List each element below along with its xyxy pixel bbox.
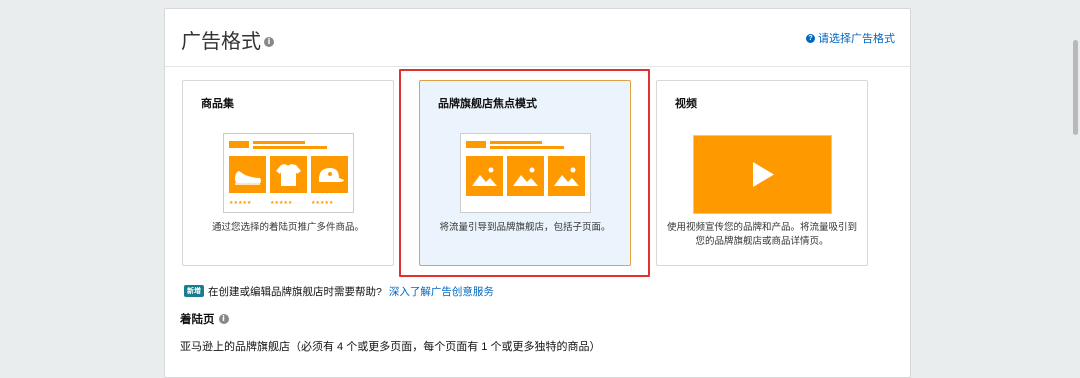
help-row: 新增 在创建或编辑品牌旗舰店时需要帮助? 深入了解广告创意服务 [184, 284, 494, 299]
format-card-product-collection[interactable]: 商品集 ★★★★★ ★★★★★ ★★★★★ 通过您选择的着陆页推广多件商品。 [182, 80, 394, 266]
choose-format-help-link[interactable]: ? 请选择广告格式 [806, 30, 895, 46]
info-icon[interactable]: i [218, 313, 229, 324]
rating-stars: ★★★★★ [229, 200, 252, 206]
card-title: 视频 [675, 98, 697, 110]
rating-stars: ★★★★★ [270, 200, 293, 206]
card-description: 通过您选择的着陆页推广多件商品。 [211, 222, 364, 233]
cap-icon [311, 156, 348, 193]
page-title: 广告格式 i [181, 25, 274, 54]
scrollbar-thumb[interactable] [1073, 40, 1078, 135]
panel-header: 广告格式 i ? 请选择广告格式 [165, 9, 910, 67]
question-icon: ? [806, 33, 815, 43]
info-icon[interactable]: i [264, 36, 274, 47]
new-badge: 新增 [184, 285, 204, 298]
landing-page-option[interactable]: 亚马逊上的品牌旗舰店（必须有 4 个或更多页面，每个页面有 1 个或更多独特的商… [180, 338, 600, 354]
format-card-video[interactable]: 视频 使用视频宣传您的品牌和产品。将流量吸引到您的品牌旗舰店或商品详情页。 [656, 80, 868, 266]
selection-highlight-box [399, 69, 650, 277]
card-description: 使用视频宣传您的品牌和产品。将流量吸引到您的品牌旗舰店或商品详情页。 [667, 222, 858, 247]
landing-page-label-text: 着陆页 [180, 314, 215, 326]
shoe-icon [229, 156, 266, 193]
help-question: 在创建或编辑品牌旗舰店时需要帮助? [208, 286, 382, 298]
help-link-label: 请选择广告格式 [818, 33, 895, 45]
page-title-text: 广告格式 [181, 31, 261, 53]
landing-page-label: 着陆页 i [180, 311, 229, 327]
card-title: 商品集 [201, 98, 234, 110]
tshirt-icon [270, 156, 307, 193]
product-collection-illustration: ★★★★★ ★★★★★ ★★★★★ [223, 133, 354, 213]
play-icon [693, 135, 832, 214]
learn-more-link[interactable]: 深入了解广告创意服务 [389, 286, 494, 298]
rating-stars: ★★★★★ [311, 200, 334, 206]
scrollbar[interactable] [1071, 0, 1080, 371]
